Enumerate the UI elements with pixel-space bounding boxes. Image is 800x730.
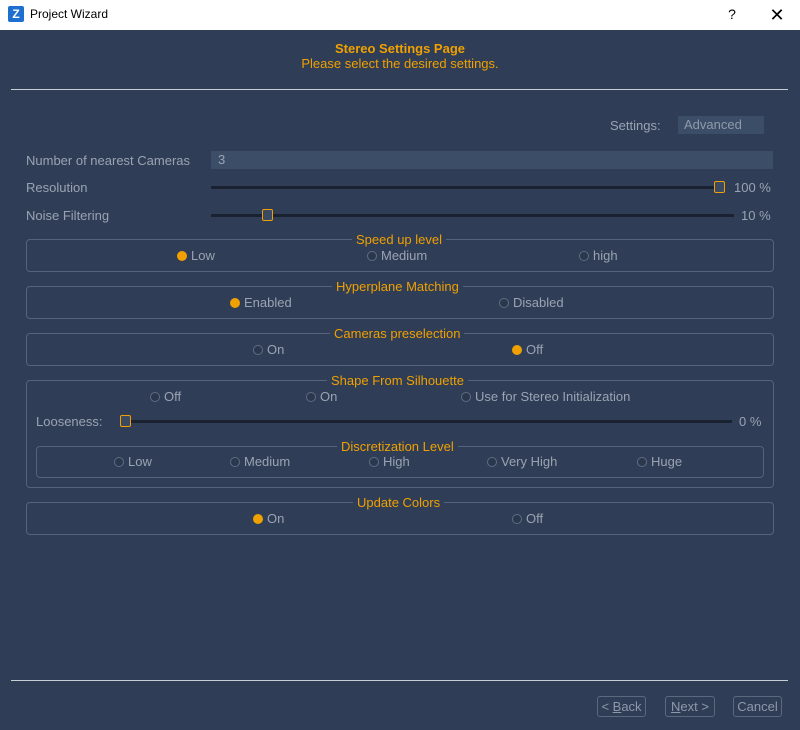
resolution-value: 100 % [734,180,771,195]
window-title: Project Wizard [30,7,109,21]
radio-dot-icon [306,391,316,402]
speed-low-radio[interactable]: Low [177,249,215,263]
discretization-very-high-radio[interactable]: Very High [487,455,557,469]
back-button[interactable]: < Back [597,696,646,717]
discretization-group-title: Discretization Level [337,439,458,454]
speed-medium-radio[interactable]: Medium [367,249,427,263]
cameras-count-field[interactable]: 3 [211,151,773,169]
settings-mode-select[interactable]: Advanced [678,116,764,134]
speed-high-radio[interactable]: high [579,249,618,263]
page-title: Stereo Settings Page [334,41,466,56]
hyperplane-disabled-radio[interactable]: Disabled [499,296,564,310]
radio-dot-icon [230,456,240,467]
next-button[interactable]: Next > [665,696,715,717]
looseness-slider-handle[interactable] [120,415,131,427]
hyperplane-enabled-radio[interactable]: Enabled [230,296,292,310]
hyperplane-group-title: Hyperplane Matching [332,279,463,294]
silhouette-stereo-init-radio[interactable]: Use for Stereo Initialization [461,390,630,404]
header-divider [11,89,788,90]
radio-dot-icon [367,250,377,261]
silhouette-on-radio[interactable]: On [306,390,337,404]
close-button[interactable]: ✕ [760,0,794,30]
radio-dot-icon [499,297,509,308]
help-button[interactable]: ? [722,4,742,24]
radio-dot-icon [253,513,263,524]
settings-label: Settings: [610,118,661,133]
radio-dot-icon [579,250,589,261]
looseness-value: 0 % [739,414,762,429]
update-colors-group-title: Update Colors [353,495,445,510]
preselection-off-radio[interactable]: Off [512,343,543,357]
cameras-label: Number of nearest Cameras [26,153,191,168]
silhouette-off-radio[interactable]: Off [150,390,181,404]
discretization-low-radio[interactable]: Low [114,455,152,469]
resolution-slider-handle[interactable] [714,181,725,193]
cancel-button[interactable]: Cancel [733,696,782,717]
update-colors-off-radio[interactable]: Off [512,512,543,526]
radio-dot-icon [461,391,471,402]
radio-dot-icon [177,250,187,261]
noise-slider-track[interactable] [211,214,734,217]
noise-slider-handle[interactable] [262,209,273,221]
radio-dot-icon [512,344,522,355]
discretization-high-radio[interactable]: High [369,455,410,469]
discretization-huge-radio[interactable]: Huge [637,455,682,469]
footer-divider [11,680,788,681]
silhouette-group-title: Shape From Silhouette [327,373,468,388]
looseness-slider-track[interactable] [121,420,732,423]
radio-dot-icon [114,456,124,467]
radio-dot-icon [369,456,379,467]
resolution-label: Resolution [26,180,88,195]
app-logo-icon: Z [8,6,24,22]
preselection-group-title: Cameras preselection [330,326,465,341]
radio-dot-icon [230,297,240,308]
radio-dot-icon [253,344,263,355]
radio-dot-icon [637,456,647,467]
title-bar: Z Project Wizard ? ✕ [0,0,800,30]
radio-dot-icon [150,391,160,402]
radio-dot-icon [487,456,497,467]
noise-label: Noise Filtering [26,208,110,223]
update-colors-on-radio[interactable]: On [253,512,284,526]
radio-dot-icon [512,513,522,524]
resolution-slider-track[interactable] [211,186,720,189]
looseness-label: Looseness: [36,414,103,429]
discretization-medium-radio[interactable]: Medium [230,455,290,469]
noise-value: 10 % [741,208,771,223]
preselection-on-radio[interactable]: On [253,343,284,357]
page-subtitle: Please select the desired settings. [301,56,499,71]
speed-group-title: Speed up level [352,232,447,247]
